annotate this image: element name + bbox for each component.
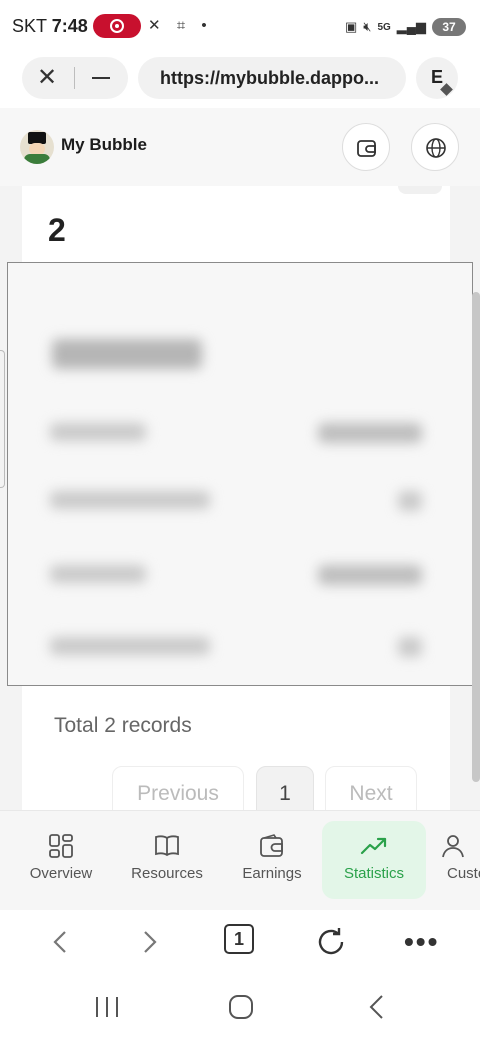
drawer-handle[interactable] [0, 350, 5, 488]
extension-letter: E [431, 67, 444, 87]
minimize-icon[interactable] [92, 77, 110, 79]
mute-icon: 🔇︎ [363, 19, 372, 34]
tab-earnings[interactable]: Earnings [220, 821, 324, 899]
more-menu-icon[interactable]: ••• [404, 926, 439, 958]
language-button[interactable] [411, 123, 459, 171]
scrollbar[interactable] [472, 292, 480, 782]
chevron-left-icon [53, 931, 66, 953]
window-controls: ✕ [22, 57, 128, 99]
tab-overview[interactable]: Overview [9, 821, 113, 899]
avatar[interactable] [20, 130, 54, 164]
wallet-extension-button[interactable]: E [416, 57, 458, 99]
status-bar: SKT 7:48 ✕ ⌗ • ▣ 🔇︎ 5G ▂▄▆ 37 [0, 0, 480, 52]
notification-icons: ✕ ⌗ • [148, 17, 213, 34]
chevron-right-icon [144, 931, 157, 953]
user-icon [442, 835, 464, 858]
wallet-button[interactable] [342, 123, 390, 171]
cast-icon: ▣ [344, 19, 358, 34]
blurred-records-table [7, 262, 473, 686]
status-icons: ▣ 🔇︎ 5G ▂▄▆ 37 [345, 16, 466, 38]
browser-toolbar: 1 ••• [0, 910, 480, 974]
system-back-icon[interactable] [364, 994, 390, 1020]
tab-resources[interactable]: Resources [115, 821, 219, 899]
tab-label: Earnings [242, 865, 302, 882]
tab-label: Resources [131, 865, 203, 882]
signal-icon: ▂▄▆ [396, 19, 426, 34]
tabs-button[interactable]: 1 [224, 924, 254, 954]
recent-apps-icon[interactable] [92, 994, 122, 1020]
tab-statistics[interactable]: Statistics [322, 821, 426, 899]
close-icon[interactable]: ✕ [37, 63, 57, 92]
status-carrier-time: SKT 7:48 [12, 16, 88, 37]
screen-record-indicator[interactable] [93, 14, 141, 38]
clock: 7:48 [51, 16, 88, 36]
wallet-icon [260, 834, 283, 857]
system-navigation [0, 974, 480, 1040]
tab-label: Custo [447, 865, 480, 882]
page-1-button[interactable]: 1 [256, 766, 314, 810]
refresh-icon [318, 928, 344, 955]
main-content: 2 Total 2 records Previous 1 Next [0, 186, 480, 810]
network-label: 5G [377, 21, 391, 33]
url-text: https://mybubble.dappo... [160, 68, 379, 88]
browser-address-bar: ✕ https://mybubble.dappo... E [0, 52, 480, 108]
forward-button[interactable] [128, 920, 172, 964]
grid-icon [49, 834, 73, 858]
book-icon [155, 835, 179, 857]
tab-label: Overview [29, 865, 93, 882]
bottom-navigation: Overview Resources Earnings Statistics C… [0, 810, 480, 910]
wallet-icon [357, 140, 376, 157]
reload-button[interactable] [310, 920, 354, 964]
battery-icon: 37 [432, 18, 466, 36]
tab-customers[interactable]: Custo [430, 821, 480, 899]
app-header: My Bubble [0, 108, 480, 186]
home-icon[interactable] [228, 994, 254, 1020]
total-records: Total 2 records [54, 714, 192, 737]
record-count: 2 [48, 212, 66, 248]
trending-up-icon [360, 837, 387, 855]
previous-button[interactable]: Previous [112, 766, 244, 810]
back-button[interactable] [40, 920, 84, 964]
globe-icon [426, 138, 446, 158]
carrier-label: SKT [12, 16, 47, 36]
app-title: My Bubble [61, 135, 147, 154]
tab-label: Statistics [343, 865, 404, 882]
next-button[interactable]: Next [325, 766, 417, 810]
url-field[interactable]: https://mybubble.dappo... [138, 57, 406, 99]
